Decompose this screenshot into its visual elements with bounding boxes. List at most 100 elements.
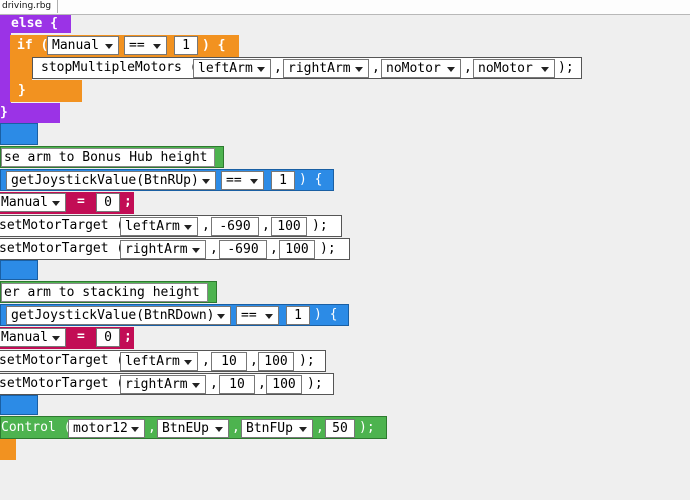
target-speed-input[interactable]: 100 xyxy=(258,352,294,371)
target-position-input[interactable]: 10 xyxy=(219,375,255,394)
control-speed-label: 50 xyxy=(332,421,348,436)
comma: , xyxy=(258,376,266,391)
assign-manual-block-1[interactable]: Manual = 0 ; xyxy=(0,192,134,214)
comment-block-1[interactable]: se arm to Bonus Hub height xyxy=(0,146,224,168)
target-position-label: -690 xyxy=(227,242,259,257)
rup-value-input[interactable]: 1 xyxy=(271,171,295,190)
target-position-input[interactable]: -690 xyxy=(219,240,267,259)
assign-eq-1: = xyxy=(77,194,85,209)
stop-motor-4-dropdown[interactable]: noMotor xyxy=(473,59,555,78)
control-speed-input[interactable]: 50 xyxy=(325,419,355,438)
target-speed-input[interactable]: 100 xyxy=(279,240,315,259)
assign-value-label-1: 0 xyxy=(104,195,112,210)
stop-motors-func: stopMultipleMotors ( xyxy=(41,60,198,75)
comma: , xyxy=(250,353,258,368)
comment-block-2[interactable]: er arm to stacking height xyxy=(0,281,217,303)
code-canvas[interactable]: else { } if ( Manual == 1 ) { } stopMult… xyxy=(0,15,690,500)
comma: , xyxy=(274,60,282,75)
control-btn1-dropdown[interactable]: BtnEUp xyxy=(157,419,229,438)
control-btn2-label: BtnFUp xyxy=(246,421,293,436)
target-end: ); xyxy=(320,241,336,256)
set-motor-target-leftarm-2[interactable]: setMotorTarget ( leftArm , 10 , 100 ); xyxy=(0,350,326,372)
rdown-operator-label: == xyxy=(241,308,257,323)
if-joystick-rup-block[interactable]: getJoystickValue(BtnRUp) == 1 ) { xyxy=(0,169,334,191)
assign-value-label-2: 0 xyxy=(104,330,112,345)
comma: , xyxy=(464,60,472,75)
stop-motor-1-dropdown[interactable]: leftArm xyxy=(193,59,271,78)
assign-value-input-1[interactable]: 0 xyxy=(96,193,120,212)
comment-text-2[interactable]: er arm to stacking height xyxy=(1,283,208,302)
target-motor-dropdown[interactable]: leftArm xyxy=(120,217,198,236)
set-motor-target-func: setMotorTarget ( xyxy=(0,353,125,368)
target-position-input[interactable]: 10 xyxy=(211,352,247,371)
control-block[interactable]: Control ( motor12 , BtnEUp , BtnFUp , 50… xyxy=(0,416,387,439)
comment-label-1: se arm to Bonus Hub height xyxy=(4,150,208,165)
else-block-header[interactable]: else { xyxy=(0,15,71,33)
rup-operator-dropdown[interactable]: == xyxy=(221,171,264,190)
blue-connector-3 xyxy=(0,395,38,415)
target-speed-input[interactable]: 100 xyxy=(271,217,307,236)
tab-bar: driving.rbg xyxy=(0,0,690,15)
comma: , xyxy=(202,353,210,368)
target-motor-label: rightArm xyxy=(125,242,188,257)
file-tab[interactable]: driving.rbg xyxy=(0,0,59,13)
target-motor-dropdown[interactable]: rightArm xyxy=(120,240,206,259)
if-operator-label: == xyxy=(129,38,145,53)
if-operator-dropdown[interactable]: == xyxy=(124,36,167,55)
assign-value-input-2[interactable]: 0 xyxy=(96,328,120,347)
stop-motors-statement[interactable]: stopMultipleMotors ( leftArm , rightArm … xyxy=(32,57,582,79)
if-block-header[interactable]: if ( Manual == 1 ) { xyxy=(10,35,239,57)
control-btn2-dropdown[interactable]: BtnFUp xyxy=(241,419,313,438)
control-end: ); xyxy=(359,420,375,435)
target-speed-label: 100 xyxy=(272,377,296,392)
target-motor-dropdown[interactable]: rightArm xyxy=(120,375,206,394)
if-value-input[interactable]: 1 xyxy=(174,36,198,55)
joystick-rup-dropdown[interactable]: getJoystickValue(BtnRUp) xyxy=(6,171,216,190)
comma: , xyxy=(210,376,218,391)
joystick-rdown-dropdown[interactable]: getJoystickValue(BtnRDown) xyxy=(6,306,231,325)
set-motor-target-rightarm-2[interactable]: setMotorTarget ( rightArm , 10 , 100 ); xyxy=(0,373,334,395)
rdown-value-input[interactable]: 1 xyxy=(286,306,310,325)
set-motor-target-rightarm-1[interactable]: setMotorTarget ( rightArm , -690 , 100 )… xyxy=(0,238,350,260)
assign-var-label-2: Manual xyxy=(1,330,48,345)
joystick-rup-label: getJoystickValue(BtnRUp) xyxy=(11,173,199,188)
control-motor-dropdown[interactable]: motor12 xyxy=(68,419,145,438)
assign-var-label-1: Manual xyxy=(1,195,48,210)
target-position-label: 10 xyxy=(229,377,245,392)
target-end: ); xyxy=(299,353,315,368)
stop-motor-3-dropdown[interactable]: noMotor xyxy=(381,59,461,78)
comma: , xyxy=(148,420,156,435)
stop-motor-2-dropdown[interactable]: rightArm xyxy=(283,59,369,78)
manual-var-dropdown[interactable]: Manual xyxy=(47,36,119,55)
target-position-input[interactable]: -690 xyxy=(211,217,259,236)
comma: , xyxy=(372,60,380,75)
comment-text-1[interactable]: se arm to Bonus Hub height xyxy=(1,148,215,167)
if-keyword: if ( xyxy=(17,38,49,53)
joystick-rdown-label: getJoystickValue(BtnRDown) xyxy=(11,308,215,323)
set-motor-target-func: setMotorTarget ( xyxy=(0,376,125,391)
stop-motor-4-label: noMotor xyxy=(478,61,533,76)
manual-var-label: Manual xyxy=(52,38,99,53)
if-close-brace: } xyxy=(18,83,26,98)
stop-motors-end: ); xyxy=(558,60,574,75)
target-motor-dropdown[interactable]: leftArm xyxy=(120,352,198,371)
rdown-operator-dropdown[interactable]: == xyxy=(236,306,279,325)
target-speed-label: 100 xyxy=(264,354,288,369)
blue-connector-2 xyxy=(0,260,38,280)
control-func: Control ( xyxy=(1,420,72,435)
set-motor-target-leftarm-1[interactable]: setMotorTarget ( leftArm , -690 , 100 ); xyxy=(0,215,342,237)
if-close-paren: ) { xyxy=(202,38,226,53)
assign-var-dropdown-2[interactable]: Manual xyxy=(0,328,66,347)
stop-motor-2-label: rightArm xyxy=(288,61,351,76)
target-speed-input[interactable]: 100 xyxy=(266,375,302,394)
rup-operator-label: == xyxy=(226,173,242,188)
assign-var-dropdown-1[interactable]: Manual xyxy=(0,193,66,212)
target-speed-label: 100 xyxy=(277,219,301,234)
stop-motor-3-label: noMotor xyxy=(386,61,441,76)
assign-end-1: ; xyxy=(124,194,132,209)
assign-manual-block-2[interactable]: Manual = 0 ; xyxy=(0,327,134,349)
target-position-label: 10 xyxy=(221,354,237,369)
if-block-footer: } xyxy=(10,80,82,102)
if-joystick-rdown-block[interactable]: getJoystickValue(BtnRDown) == 1 ) { xyxy=(0,304,349,326)
comma: , xyxy=(270,241,278,256)
